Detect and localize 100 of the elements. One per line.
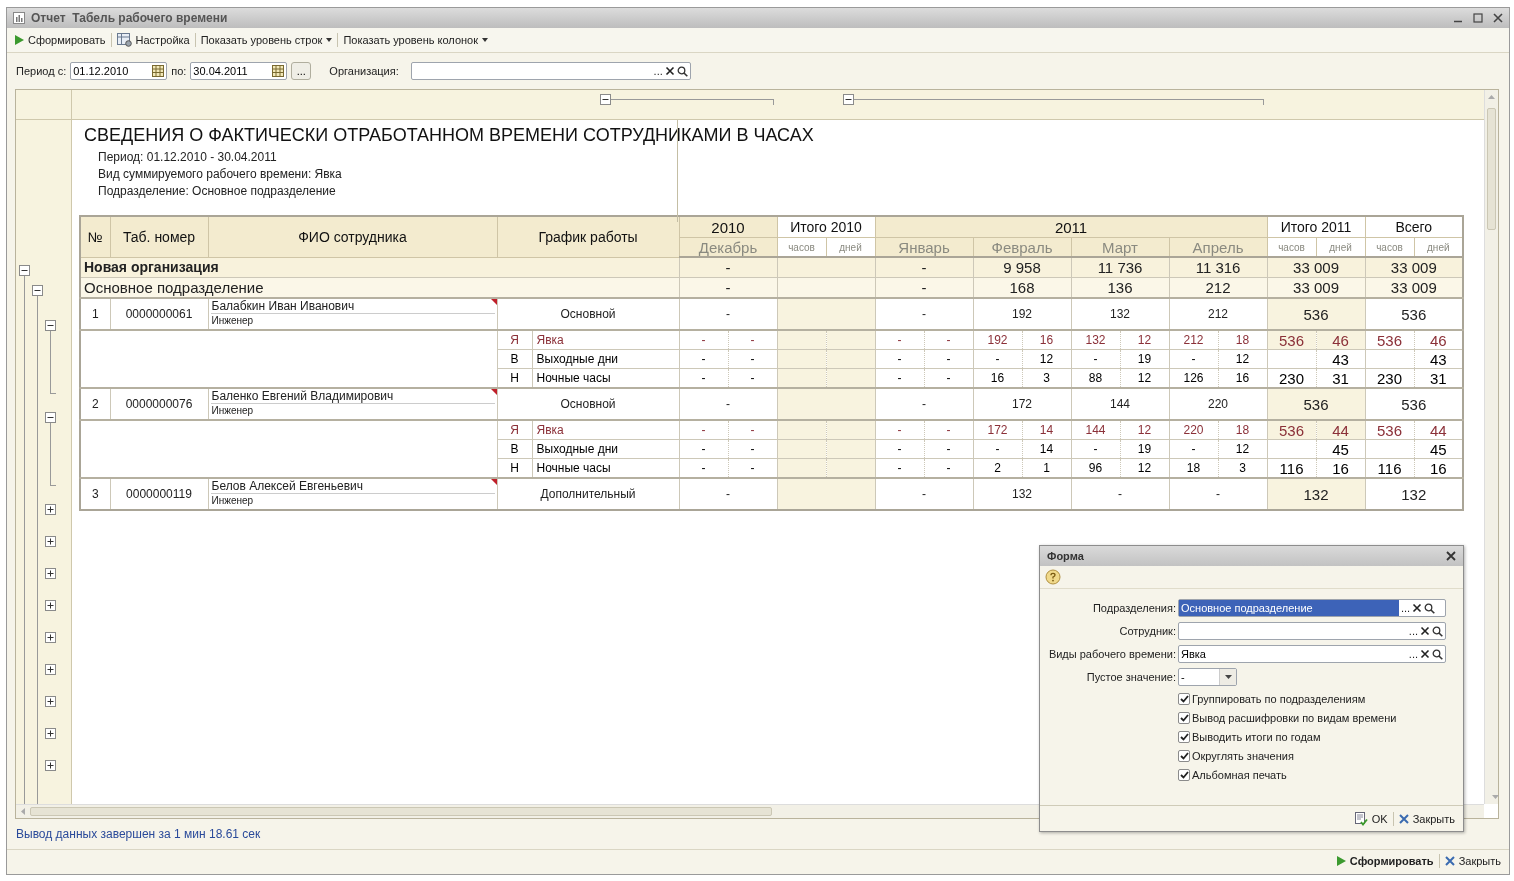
checkbox[interactable] (1178, 693, 1190, 705)
input-field[interactable]: Явка (1179, 646, 1407, 662)
collapse-toggle[interactable] (600, 94, 611, 105)
table-cell: 44 (1316, 420, 1366, 440)
checkbox[interactable] (1178, 712, 1190, 724)
expand-toggle[interactable] (45, 760, 56, 771)
table-cell: Дополнительный (497, 478, 679, 510)
input-field[interactable]: Основное подразделение ... (1178, 599, 1446, 617)
collapse-toggle[interactable] (32, 285, 43, 296)
menu-button[interactable]: Показать уровень строк (196, 32, 337, 48)
report-icon (13, 12, 25, 24)
collapse-toggle[interactable] (843, 94, 854, 105)
close-button[interactable]: Закрыть (1440, 853, 1505, 869)
clear-icon[interactable] (664, 66, 675, 76)
search-icon[interactable] (676, 65, 688, 77)
organization-field[interactable]: ... (410, 62, 691, 80)
select-button[interactable]: ... (1408, 626, 1418, 636)
column-header: Всего (1365, 216, 1464, 238)
expand-toggle[interactable] (45, 568, 56, 579)
vertical-scrollbar[interactable] (1484, 90, 1498, 804)
table-cell: 132 (1267, 478, 1366, 510)
table-cell: Основной (497, 298, 679, 330)
help-icon[interactable] (1045, 569, 1061, 585)
collapse-toggle[interactable] (45, 320, 56, 331)
table-cell: - (875, 420, 925, 440)
run-button[interactable]: Сформировать (11, 32, 110, 48)
comment-marker-icon (490, 300, 496, 305)
close-button[interactable]: Закрыть (1394, 810, 1459, 827)
search-icon[interactable] (1432, 625, 1443, 637)
caret-icon[interactable] (1224, 675, 1232, 679)
clear-icon[interactable] (1420, 649, 1430, 659)
report-parameter: Вид суммируемого рабочего времени: Явка (97, 166, 343, 183)
date-field[interactable]: 30.04.2011 (191, 63, 271, 79)
table-cell: 192 (973, 298, 1072, 330)
table-cell: 0000000076 (110, 388, 208, 420)
select-button[interactable]: ... (1401, 603, 1411, 613)
calendar-icon[interactable] (152, 65, 165, 77)
period-to-label: по: (171, 65, 187, 77)
checkbox[interactable] (1178, 750, 1190, 762)
select-button[interactable]: ... (653, 66, 663, 76)
table-cell (1365, 349, 1415, 369)
checkbox[interactable] (1178, 769, 1190, 781)
clear-icon[interactable] (1420, 626, 1430, 636)
collapse-toggle[interactable] (19, 265, 30, 276)
expand-toggle[interactable] (45, 728, 56, 739)
expand-toggle[interactable] (45, 536, 56, 547)
clear-icon[interactable] (1412, 603, 1423, 613)
expand-toggle[interactable] (45, 632, 56, 643)
table-cell: 0000000061 (110, 298, 208, 330)
calendar-icon[interactable] (272, 65, 285, 77)
input-field[interactable]: ... (1178, 622, 1446, 640)
table-cell (777, 368, 826, 388)
ok-button[interactable]: OK (1349, 809, 1392, 828)
table-cell (1267, 349, 1317, 369)
column-header: Итого 2010 (777, 216, 876, 238)
table-cell: 144 (1071, 420, 1121, 440)
expand-toggle[interactable] (45, 504, 56, 515)
table-cell: - (973, 439, 1023, 459)
dropdown[interactable]: - (1178, 668, 1237, 686)
table-cell: 12 (1120, 330, 1170, 350)
period-button[interactable]: ... (291, 62, 312, 80)
maximize-icon[interactable] (1473, 13, 1483, 23)
field-label: Сотрудник: (1118, 625, 1176, 637)
dropdown[interactable]: - (1179, 669, 1217, 685)
date-field[interactable]: 01.12.2010 (70, 62, 168, 80)
close-icon[interactable] (1446, 551, 1456, 561)
run-button[interactable]: Сформировать (1332, 853, 1438, 869)
table-cell: - (1169, 439, 1219, 459)
table-cell: 132 (1071, 330, 1121, 350)
table-cell: - (924, 330, 974, 350)
table-cell: - (875, 330, 925, 350)
scroll-thumb[interactable] (30, 807, 772, 816)
input-field[interactable]: Явка ... (1178, 645, 1446, 663)
expand-toggle[interactable] (45, 696, 56, 707)
expand-toggle[interactable] (45, 600, 56, 611)
checkbox[interactable] (1178, 731, 1190, 743)
date-field[interactable]: 01.12.2010 (71, 63, 151, 79)
table-cell: - (875, 298, 974, 330)
search-icon[interactable] (1432, 648, 1443, 660)
report-parameter: Подразделение: Основное подразделение (97, 183, 337, 200)
table-cell: Выходные дни (532, 439, 679, 459)
close-icon[interactable] (1493, 13, 1503, 23)
table-cell (1267, 439, 1317, 459)
collapse-toggle[interactable] (45, 412, 56, 423)
play-icon (15, 35, 24, 45)
scroll-thumb[interactable] (1487, 108, 1496, 230)
expand-toggle[interactable] (45, 664, 56, 675)
settings-button[interactable]: Настройка (112, 31, 194, 49)
organization-label: Организация: (329, 65, 399, 77)
menu-button[interactable]: Показать уровень колонок (339, 32, 493, 48)
select-button[interactable]: ... (1408, 649, 1418, 659)
table-cell: 12 (1120, 420, 1170, 440)
input-field[interactable]: Основное подразделение (1179, 600, 1399, 616)
table-cell: 144 (1071, 388, 1170, 420)
dialog-title: Форма (1047, 550, 1084, 562)
table-cell: Явка (532, 420, 679, 440)
search-icon[interactable] (1424, 602, 1436, 614)
date-field[interactable]: 30.04.2011 (190, 62, 288, 80)
option-label: Выводить итоги по годам (1192, 731, 1321, 743)
status-message: Вывод данных завершен за 1 мин 18.61 сек (16, 827, 261, 841)
